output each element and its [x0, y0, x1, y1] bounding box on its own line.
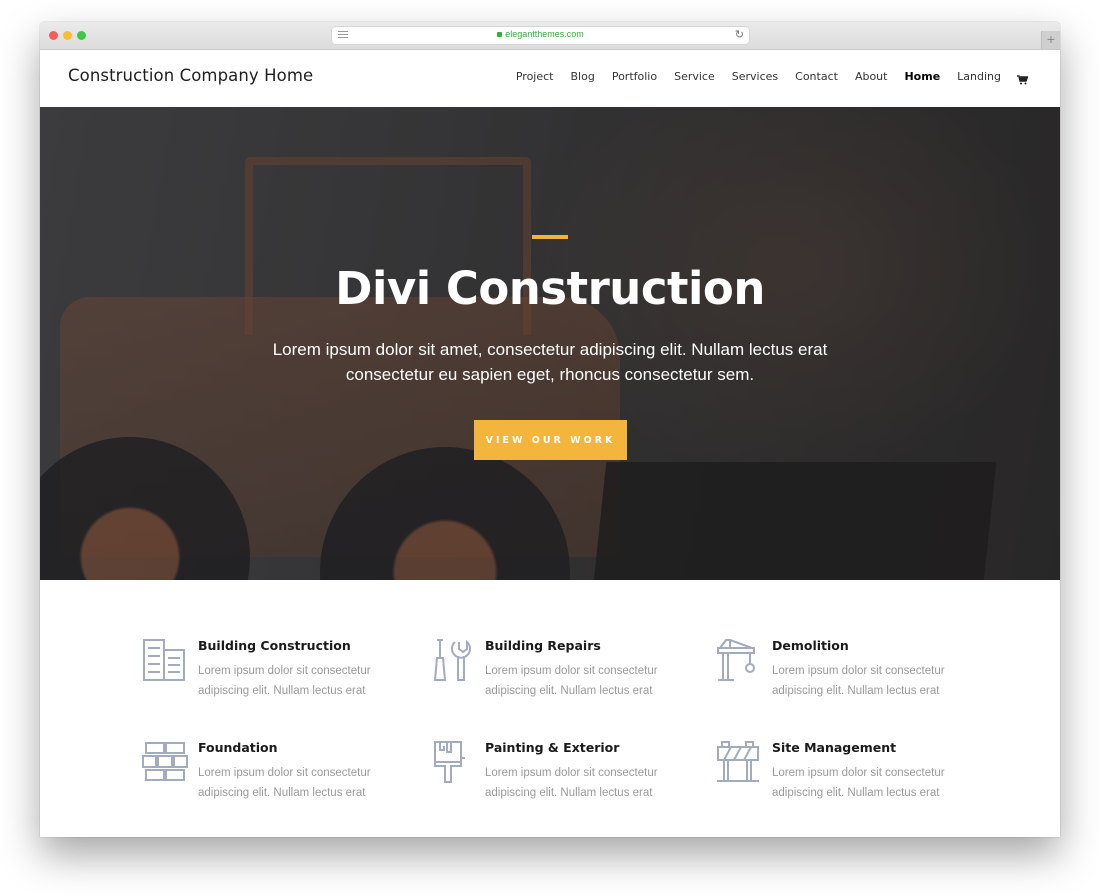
service-item[interactable]: Foundation Lorem ipsum dolor sit consect… — [142, 740, 402, 810]
service-description: Lorem ipsum dolor sit consectetur adipis… — [485, 665, 658, 697]
crane-icon — [716, 638, 762, 684]
nav-item-project[interactable]: Project — [516, 70, 554, 83]
paint-brush-icon — [429, 740, 475, 786]
service-title: Painting & Exterior — [485, 740, 620, 755]
barrier-icon — [716, 740, 762, 786]
service-title: Site Management — [772, 740, 897, 755]
bricks-icon — [142, 740, 188, 786]
site-header: Construction Company Home Project Blog P… — [40, 50, 1060, 108]
hero-title: Divi Construction — [335, 262, 765, 315]
service-item[interactable]: Building Construction Lorem ipsum dolor … — [142, 638, 402, 708]
service-item[interactable]: Demolition Lorem ipsum dolor sit consect… — [716, 638, 976, 708]
service-item[interactable]: Building Repairs Lorem ipsum dolor sit c… — [429, 638, 689, 708]
shopping-cart-icon[interactable] — [1017, 72, 1029, 84]
hero-subtitle: Lorem ipsum dolor sit amet, consectetur … — [272, 340, 828, 384]
service-item[interactable]: Painting & Exterior Lorem ipsum dolor si… — [429, 740, 689, 810]
new-tab-button[interactable]: + — [1041, 31, 1060, 49]
service-description: Lorem ipsum dolor sit consectetur adipis… — [772, 665, 945, 697]
service-title: Foundation — [198, 740, 278, 755]
service-title: Demolition — [772, 638, 849, 653]
minimize-window-button[interactable] — [63, 31, 72, 40]
main-nav: Project Blog Portfolio Service Services … — [499, 70, 1029, 84]
site-logo[interactable]: Construction Company Home — [68, 66, 313, 85]
zoom-window-button[interactable] — [77, 31, 86, 40]
url-display: elegantthemes.com — [332, 29, 749, 39]
url-text: elegantthemes.com — [505, 29, 584, 39]
tools-icon — [429, 638, 475, 684]
service-description: Lorem ipsum dolor sit consectetur adipis… — [485, 767, 658, 799]
service-description: Lorem ipsum dolor sit consectetur adipis… — [772, 767, 945, 799]
nav-item-landing[interactable]: Landing — [957, 70, 1001, 83]
hero-divider — [532, 235, 568, 239]
view-our-work-button[interactable]: VIEW OUR WORK — [474, 420, 627, 460]
service-title: Building Construction — [198, 638, 351, 653]
service-description: Lorem ipsum dolor sit consectetur adipis… — [198, 767, 371, 799]
nav-item-contact[interactable]: Contact — [795, 70, 838, 83]
browser-window: elegantthemes.com ↻ + Construction Compa… — [40, 22, 1060, 837]
nav-item-about[interactable]: About — [855, 70, 888, 83]
nav-item-portfolio[interactable]: Portfolio — [612, 70, 657, 83]
reload-icon[interactable]: ↻ — [735, 28, 744, 41]
service-description: Lorem ipsum dolor sit consectetur adipis… — [198, 665, 371, 697]
close-window-button[interactable] — [49, 31, 58, 40]
browser-toolbar: elegantthemes.com ↻ + — [40, 22, 1060, 50]
address-bar[interactable]: elegantthemes.com ↻ — [332, 27, 749, 44]
nav-item-blog[interactable]: Blog — [571, 70, 595, 83]
nav-item-services[interactable]: Services — [732, 70, 778, 83]
buildings-icon — [142, 638, 188, 684]
services-section: Building Construction Lorem ipsum dolor … — [40, 580, 1060, 837]
nav-item-service[interactable]: Service — [674, 70, 715, 83]
lock-icon — [497, 32, 503, 37]
nav-item-home[interactable]: Home — [904, 70, 940, 83]
service-title: Building Repairs — [485, 638, 601, 653]
service-item[interactable]: Site Management Lorem ipsum dolor sit co… — [716, 740, 976, 810]
hero-section: Divi Construction Lorem ipsum dolor sit … — [40, 107, 1060, 580]
